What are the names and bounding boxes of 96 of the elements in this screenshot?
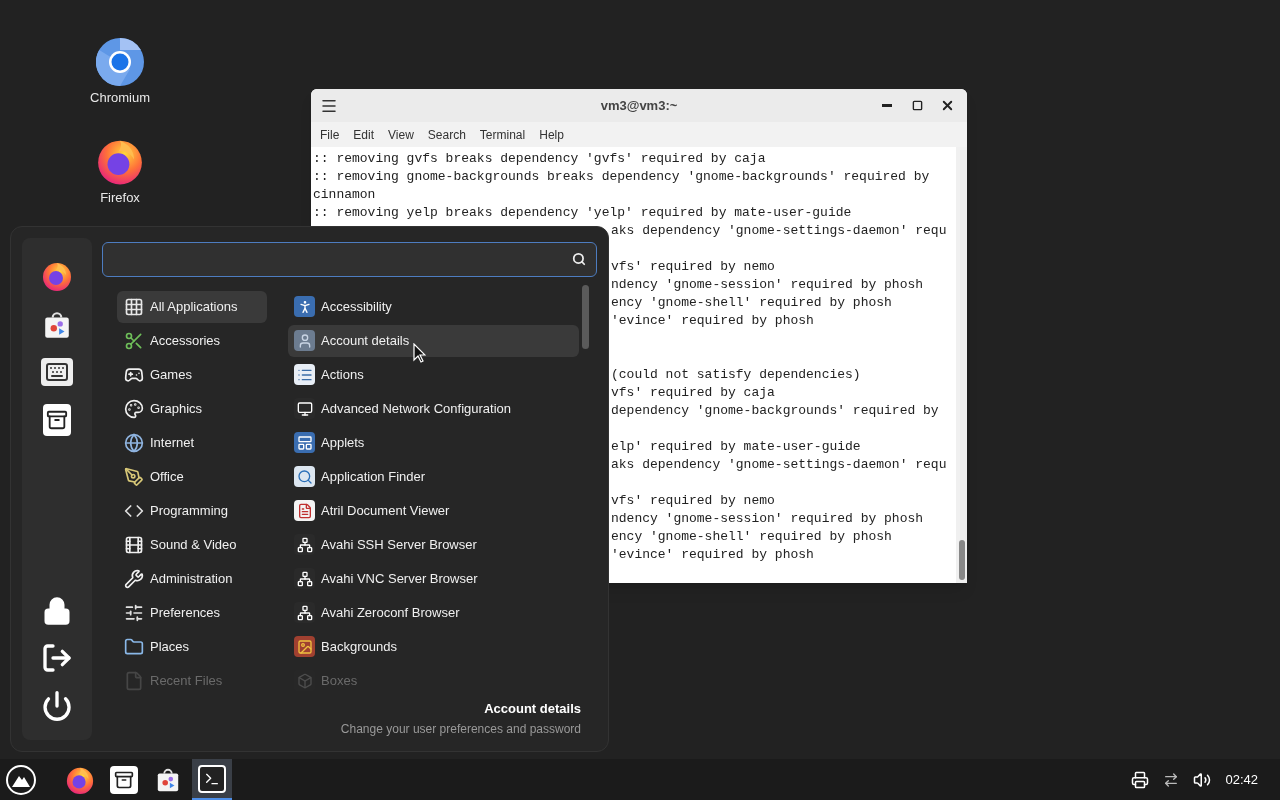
app-item[interactable]: Avahi Zeroconf Browser	[288, 596, 579, 629]
terminal-line: 'evince' required by phosh	[611, 312, 814, 330]
terminal-line: (could not satisfy dependencies)	[611, 366, 861, 384]
power-icon[interactable]	[41, 690, 73, 722]
terminal-line: ndency 'gnome-session' required by phosh	[611, 276, 924, 294]
menu-item[interactable]: File	[313, 125, 347, 144]
wrench-icon	[123, 568, 144, 589]
terminal-line: aks dependency 'gnome-settings-daemon' requ	[611, 222, 947, 240]
app-item[interactable]: Avahi SSH Server Browser	[288, 528, 579, 561]
accessibility-icon	[294, 296, 315, 317]
network-icon[interactable]	[1163, 771, 1180, 788]
printer-icon[interactable]	[1131, 770, 1150, 789]
pen-icon	[123, 466, 144, 487]
terminal-line: 'evince' required by phosh	[611, 546, 814, 564]
terminal-line: aks dependency 'gnome-settings-daemon' requ	[611, 456, 947, 474]
sliders-icon	[123, 602, 144, 623]
desktop-icon[interactable]: Chromium	[90, 38, 150, 108]
file-cabinet-icon	[43, 404, 71, 436]
app-item[interactable]: Account details	[288, 324, 579, 357]
category-item[interactable]: Games	[117, 358, 267, 391]
app-item[interactable]: Backgrounds	[288, 630, 579, 663]
window-title: vm3@vm3:~	[600, 96, 678, 115]
film-icon	[123, 534, 144, 555]
category-item[interactable]: Administration	[117, 562, 267, 595]
app-item[interactable]: Accessibility	[288, 290, 579, 323]
keyboard-icon	[41, 358, 73, 386]
app-item[interactable]: Avahi VNC Server Browser	[288, 562, 579, 595]
magnifier-icon	[294, 466, 315, 487]
app-item[interactable]: Applets	[288, 426, 579, 459]
menu-item[interactable]: Search	[420, 125, 473, 144]
category-item[interactable]: Internet	[117, 426, 267, 459]
folder-icon	[123, 636, 144, 657]
network-icon	[294, 534, 315, 555]
terminal-line: ency 'gnome-shell' required by phosh	[611, 528, 892, 546]
terminal-line: vfs' required by nemo	[611, 492, 775, 510]
globe-icon	[123, 432, 144, 453]
detail-description: Change your user preferences and password	[340, 721, 581, 738]
file-cabinet-icon	[110, 765, 138, 794]
terminal-icon	[198, 764, 226, 793]
logout-icon[interactable]	[41, 642, 73, 674]
network-icon	[294, 602, 315, 623]
search-field[interactable]	[102, 242, 597, 277]
terminal-line: ndency 'gnome-session' required by phosh	[611, 510, 924, 528]
category-item[interactable]: Places	[117, 630, 267, 663]
panel-icon	[294, 432, 315, 453]
category-item[interactable]: Preferences	[117, 596, 267, 629]
palette-icon	[123, 398, 144, 419]
terminal-line: ency 'gnome-shell' required by phosh	[611, 294, 892, 312]
terminal-line: cinnamon	[313, 186, 376, 204]
scrollbar-thumb[interactable]	[958, 540, 965, 580]
start-menu-icon[interactable]	[6, 764, 36, 795]
terminal-line: :: removing gvfs breaks dependency 'gvfs' required by caja	[313, 150, 766, 168]
network-icon	[294, 568, 315, 589]
user-icon	[294, 330, 315, 351]
app-item[interactable]: Advanced Network Configuration	[288, 392, 579, 425]
desktop-icon[interactable]: Firefox	[95, 135, 145, 207]
category-item[interactable]: Accessories	[117, 324, 267, 357]
shopping-bag-icon	[42, 310, 72, 340]
category-item[interactable]: Office	[117, 460, 267, 493]
category-item[interactable]: Sound & Video	[117, 528, 267, 561]
grid-icon	[123, 296, 144, 317]
app-item[interactable]: Application Finder	[288, 460, 579, 493]
terminal-line: vfs' required by nemo	[611, 258, 775, 276]
category-item[interactable]: Graphics	[117, 392, 267, 425]
clock[interactable]: 02:42	[1225, 769, 1258, 790]
search-icon	[572, 252, 586, 267]
terminal-line: :: removing yelp breaks dependency 'yelp' required by mate-user-guide	[313, 204, 852, 222]
app-item[interactable]: Actions	[288, 358, 579, 391]
scissors-icon	[123, 330, 144, 351]
image-icon	[294, 636, 315, 657]
scrollbar[interactable]	[956, 147, 967, 583]
taskbar-button[interactable]	[192, 759, 232, 800]
scrollbar-thumb[interactable]	[582, 284, 589, 349]
menu-item[interactable]: Terminal	[472, 125, 533, 144]
terminal-line: elp' required by mate-user-guide	[611, 438, 861, 456]
minimize-icon	[882, 104, 892, 107]
terminal-line: vfs' required by caja	[611, 384, 775, 402]
menu-item[interactable]: Help	[532, 125, 571, 144]
menu-item[interactable]: View	[381, 125, 421, 144]
monitor-icon	[294, 398, 315, 419]
shopping-bag-icon	[155, 766, 181, 793]
detail-title: Account details	[484, 699, 581, 718]
category-item[interactable]: All Applications	[117, 290, 267, 323]
chromium-icon	[96, 38, 144, 86]
terminal-line: :: removing gnome-backgrounds breaks dependency 'gnome-backgrounds' required by	[313, 168, 930, 186]
document-icon	[294, 500, 315, 521]
category-item[interactable]: Programming	[117, 494, 267, 527]
terminal-line: dependency 'gnome-backgrounds' required by	[611, 402, 939, 420]
lock-icon[interactable]	[42, 596, 72, 626]
app-item[interactable]: Atril Document Viewer	[288, 494, 579, 527]
list-icon	[294, 364, 315, 385]
menu-item[interactable]: Edit	[346, 125, 382, 144]
volume-icon[interactable]	[1193, 770, 1212, 789]
mouse-cursor-icon	[413, 343, 426, 363]
maximize-icon	[911, 100, 923, 111]
firefox-icon	[41, 260, 73, 292]
